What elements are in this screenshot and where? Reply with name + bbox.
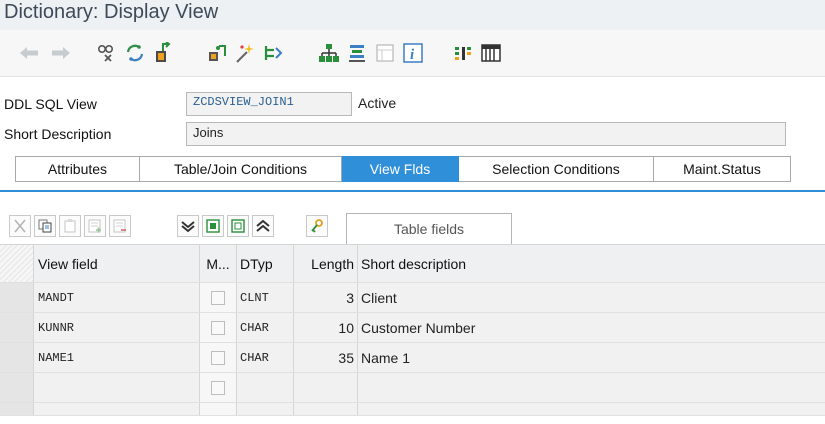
display-object-list-icon[interactable] xyxy=(262,42,284,64)
mod-checkbox[interactable] xyxy=(211,320,225,335)
short-description-cell[interactable] xyxy=(358,373,825,402)
short-description-field[interactable]: Joins xyxy=(186,122,786,146)
mod-cell xyxy=(200,283,237,312)
activate-icon[interactable] xyxy=(152,42,174,64)
forward-arrow-icon[interactable] xyxy=(50,42,72,64)
table-row xyxy=(0,403,825,416)
short-description-cell[interactable]: Client xyxy=(358,283,825,312)
table-row: NAME1 CHAR 35 Name 1 xyxy=(0,343,825,373)
mod-cell xyxy=(200,373,237,402)
row-selector[interactable] xyxy=(0,403,34,415)
title-bar: Dictionary: Display View xyxy=(0,0,825,30)
column-header-view-field[interactable]: View field xyxy=(34,245,200,282)
key-icon[interactable] xyxy=(306,215,328,237)
tab-maint-status[interactable]: Maint.Status xyxy=(654,156,791,182)
row-selector[interactable] xyxy=(0,373,34,402)
view-field-cell[interactable]: KUNNR xyxy=(34,313,200,342)
short-description-cell[interactable] xyxy=(358,403,825,415)
column-header-short-description[interactable]: Short description xyxy=(358,245,825,282)
collapse-icon[interactable] xyxy=(252,215,274,237)
length-cell[interactable]: 10 xyxy=(294,313,358,342)
column-header-length[interactable]: Length xyxy=(294,245,358,282)
select-all-icon[interactable] xyxy=(177,215,199,237)
tab-table-join-conditions[interactable]: Table/Join Conditions xyxy=(140,156,342,182)
select-all-cell[interactable] xyxy=(0,245,34,282)
short-description-cell[interactable]: Customer Number xyxy=(358,313,825,342)
length-cell[interactable] xyxy=(294,373,358,402)
view-field-cell[interactable] xyxy=(34,403,200,415)
dtyp-cell[interactable]: CHAR xyxy=(237,313,294,342)
mod-cell xyxy=(200,403,237,415)
back-arrow-icon[interactable] xyxy=(18,42,40,64)
delete-row-icon[interactable] xyxy=(109,215,131,237)
row-selector[interactable] xyxy=(0,283,34,312)
documentation-icon[interactable] xyxy=(374,42,396,64)
where-used-icon[interactable] xyxy=(206,42,228,64)
row-selector[interactable] xyxy=(0,343,34,372)
copy-icon[interactable] xyxy=(34,215,56,237)
short-description-label: Short Description xyxy=(4,126,112,142)
columns-icon[interactable] xyxy=(452,42,474,64)
mod-checkbox[interactable] xyxy=(211,380,225,395)
tab-selection-conditions[interactable]: Selection Conditions xyxy=(459,156,654,182)
view-field-cell[interactable]: MANDT xyxy=(34,283,200,312)
navigation-window-icon[interactable] xyxy=(346,42,368,64)
object-list-icon[interactable] xyxy=(234,42,256,64)
table-icon[interactable] xyxy=(480,42,502,64)
dtyp-cell[interactable]: CLNT xyxy=(237,283,294,312)
application-toolbar: i xyxy=(0,30,825,77)
mod-cell xyxy=(200,313,237,342)
column-header-mod[interactable]: M... xyxy=(200,245,237,282)
ddl-sql-view-label: DDL SQL View xyxy=(4,96,97,112)
length-cell[interactable]: 3 xyxy=(294,283,358,312)
window-title: Dictionary: Display View xyxy=(4,1,219,23)
column-header-dtyp[interactable]: DTyp xyxy=(237,245,294,282)
dtyp-cell[interactable]: CHAR xyxy=(237,343,294,372)
mod-checkbox[interactable] xyxy=(211,290,225,305)
ddl-sql-view-field[interactable]: ZCDSVIEW_JOIN1 xyxy=(186,92,352,116)
dtyp-cell[interactable] xyxy=(237,403,294,415)
view-fields-table: View field M... DTyp Length Short descri… xyxy=(0,244,825,416)
table-fields-button[interactable]: Table fields xyxy=(346,213,512,244)
length-cell[interactable]: 35 xyxy=(294,343,358,372)
display-change-icon[interactable] xyxy=(124,42,146,64)
table-header-row: View field M... DTyp Length Short descri… xyxy=(0,244,825,283)
tab-attributes[interactable]: Attributes xyxy=(15,156,140,182)
tab-strip: Attributes Table/Join Conditions View Fl… xyxy=(15,156,791,182)
other-object-icon[interactable] xyxy=(96,42,118,64)
hierarchy-icon[interactable] xyxy=(318,42,340,64)
tab-underline xyxy=(0,190,825,192)
view-field-cell[interactable]: NAME1 xyxy=(34,343,200,372)
table-row xyxy=(0,373,825,403)
table-row: KUNNR CHAR 10 Customer Number xyxy=(0,313,825,343)
status-text: Active xyxy=(358,95,397,111)
length-cell[interactable] xyxy=(294,403,358,415)
select-block-icon[interactable] xyxy=(202,215,224,237)
paste-icon[interactable] xyxy=(59,215,81,237)
tab-view-flds[interactable]: View Flds xyxy=(342,156,459,182)
info-icon[interactable]: i xyxy=(402,42,424,64)
cut-icon[interactable] xyxy=(9,215,31,237)
view-field-cell[interactable] xyxy=(34,373,200,402)
deselect-icon[interactable] xyxy=(227,215,249,237)
dtyp-cell[interactable] xyxy=(237,373,294,402)
short-description-cell[interactable]: Name 1 xyxy=(358,343,825,372)
mod-checkbox[interactable] xyxy=(211,350,225,365)
mod-cell xyxy=(200,343,237,372)
row-selector[interactable] xyxy=(0,313,34,342)
table-row: MANDT CLNT 3 Client xyxy=(0,283,825,313)
insert-row-icon[interactable] xyxy=(84,215,106,237)
